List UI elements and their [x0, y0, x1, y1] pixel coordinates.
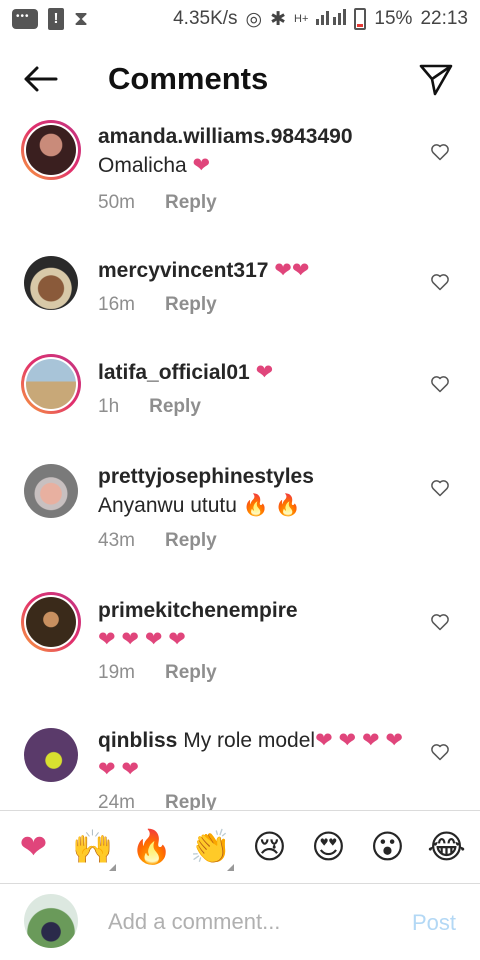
heart-emoji: ❤ [255, 361, 274, 384]
comment-time: 50m [98, 192, 135, 213]
avatar[interactable] [21, 592, 81, 652]
comment-username[interactable]: amanda.williams.9843490 [98, 125, 353, 148]
heart-outline-icon[interactable] [430, 374, 450, 394]
arrow-left-icon [24, 66, 58, 92]
comment-message: My role model [183, 729, 316, 752]
alert-icon: ! [48, 8, 64, 30]
heart-outline-icon[interactable] [430, 742, 450, 762]
comment-meta: 50m Reply [98, 192, 217, 214]
hotspot-icon: ◎ [245, 8, 263, 30]
fire-emoji-button[interactable]: 🔥 [127, 827, 177, 867]
heart-outline-icon[interactable] [430, 478, 450, 498]
comment-username[interactable]: primekitchenempire [98, 599, 298, 622]
page-title: Comments [108, 61, 269, 96]
heart-outline-icon[interactable] [430, 272, 450, 292]
comment-text: primekitchenempire ❤ ❤ ❤ ❤ [98, 596, 418, 654]
comment-time: 19m [98, 662, 135, 683]
comment-time: 1h [98, 396, 120, 417]
avatar[interactable] [21, 354, 81, 414]
comment-message: Omalicha [98, 154, 187, 177]
comment-time: 43m [98, 530, 135, 551]
comment-text: latifa_official01 ❤ [98, 358, 418, 387]
clock: 22:13 [420, 8, 468, 29]
battery-icon [354, 8, 367, 30]
comment-meta: 1h Reply [98, 396, 201, 418]
heart-emoji: ❤ [192, 154, 211, 177]
network-speed: 4.35K/s [173, 8, 238, 29]
reply-button[interactable]: Reply [149, 396, 201, 418]
comment-meta: 16m Reply [98, 294, 217, 316]
reply-button[interactable]: Reply [165, 294, 217, 316]
comment-text: prettyjosephinestyles Anyanwu ututu 🔥 🔥 [98, 462, 418, 520]
heart-outline-icon[interactable] [430, 612, 450, 632]
surprised-emoji-button[interactable]: 😮 [363, 827, 413, 867]
comment-message: Anyanwu ututu [98, 494, 237, 517]
reply-button[interactable]: Reply [165, 530, 217, 552]
heart-emoji: ❤ ❤ ❤ ❤ [98, 628, 186, 651]
avatar[interactable] [24, 728, 78, 782]
direct-message-button[interactable] [418, 61, 454, 97]
comment-meta: 24m Reply [98, 792, 217, 810]
post-button[interactable]: Post [412, 910, 456, 936]
comment-text: qinbliss My role model❤ ❤ ❤ ❤ ❤ ❤ [98, 726, 418, 784]
avatar[interactable] [24, 256, 78, 310]
bluetooth-icon: ✱ [270, 8, 287, 30]
reply-button[interactable]: Reply [165, 792, 217, 810]
hourglass-icon: ⧗ [74, 7, 89, 30]
clapping-emoji: 👏 [189, 828, 232, 865]
clapping-emoji-button[interactable]: 👏 [186, 827, 236, 871]
avatar[interactable] [24, 464, 78, 518]
reply-button[interactable]: Reply [165, 662, 217, 684]
header: Comments [0, 44, 480, 114]
comment-meta: 19m Reply [98, 662, 217, 684]
comment-username[interactable]: prettyjosephinestyles [98, 465, 314, 488]
message-icon [12, 9, 38, 29]
heart-emoji-button[interactable]: ❤ [9, 827, 59, 867]
comment-meta: 43m Reply [98, 530, 217, 552]
heart-outline-icon[interactable] [430, 142, 450, 162]
network-type: H+ [294, 13, 309, 25]
skin-tone-indicator [108, 864, 116, 871]
user-avatar[interactable] [24, 894, 78, 948]
emoji-quick-bar: ❤ 🙌 🔥 👏 😢 😍 😮 😂 [0, 810, 480, 884]
comment-username[interactable]: qinbliss [98, 729, 177, 752]
avatar[interactable] [21, 120, 81, 180]
battery-percent: 15% [374, 8, 413, 29]
fire-emoji: 🔥 🔥 [242, 494, 301, 517]
back-button[interactable] [0, 44, 80, 114]
comment-time: 24m [98, 792, 135, 810]
comment-composer: Post [0, 884, 480, 960]
comment-username[interactable]: latifa_official01 [98, 361, 250, 384]
raised-hands-emoji-button[interactable]: 🙌 [68, 827, 118, 871]
paper-plane-icon [419, 64, 453, 96]
reply-button[interactable]: Reply [165, 192, 217, 214]
status-bar: ! ⧗ 4.35K/s ◎ ✱ H+ 15% 22:13 [0, 0, 480, 38]
comment-text: amanda.williams.9843490 Omalicha ❤ [98, 122, 418, 180]
laughing-emoji-button[interactable]: 😂 [422, 827, 472, 867]
signal-icon [316, 7, 347, 31]
crying-emoji-button[interactable]: 😢 [245, 827, 295, 867]
comment-input[interactable] [108, 906, 378, 938]
heart-emoji: ❤❤ [274, 259, 310, 282]
comment-time: 16m [98, 294, 135, 315]
raised-hands-emoji: 🙌 [71, 828, 114, 865]
heart-eyes-emoji-button[interactable]: 😍 [304, 827, 354, 867]
comment-username[interactable]: mercyvincent317 [98, 259, 268, 282]
comments-list[interactable]: amanda.williams.9843490 Omalicha ❤ 50m R… [0, 114, 480, 810]
skin-tone-indicator [226, 864, 234, 871]
comment-text: mercyvincent317 ❤❤ [98, 256, 418, 285]
